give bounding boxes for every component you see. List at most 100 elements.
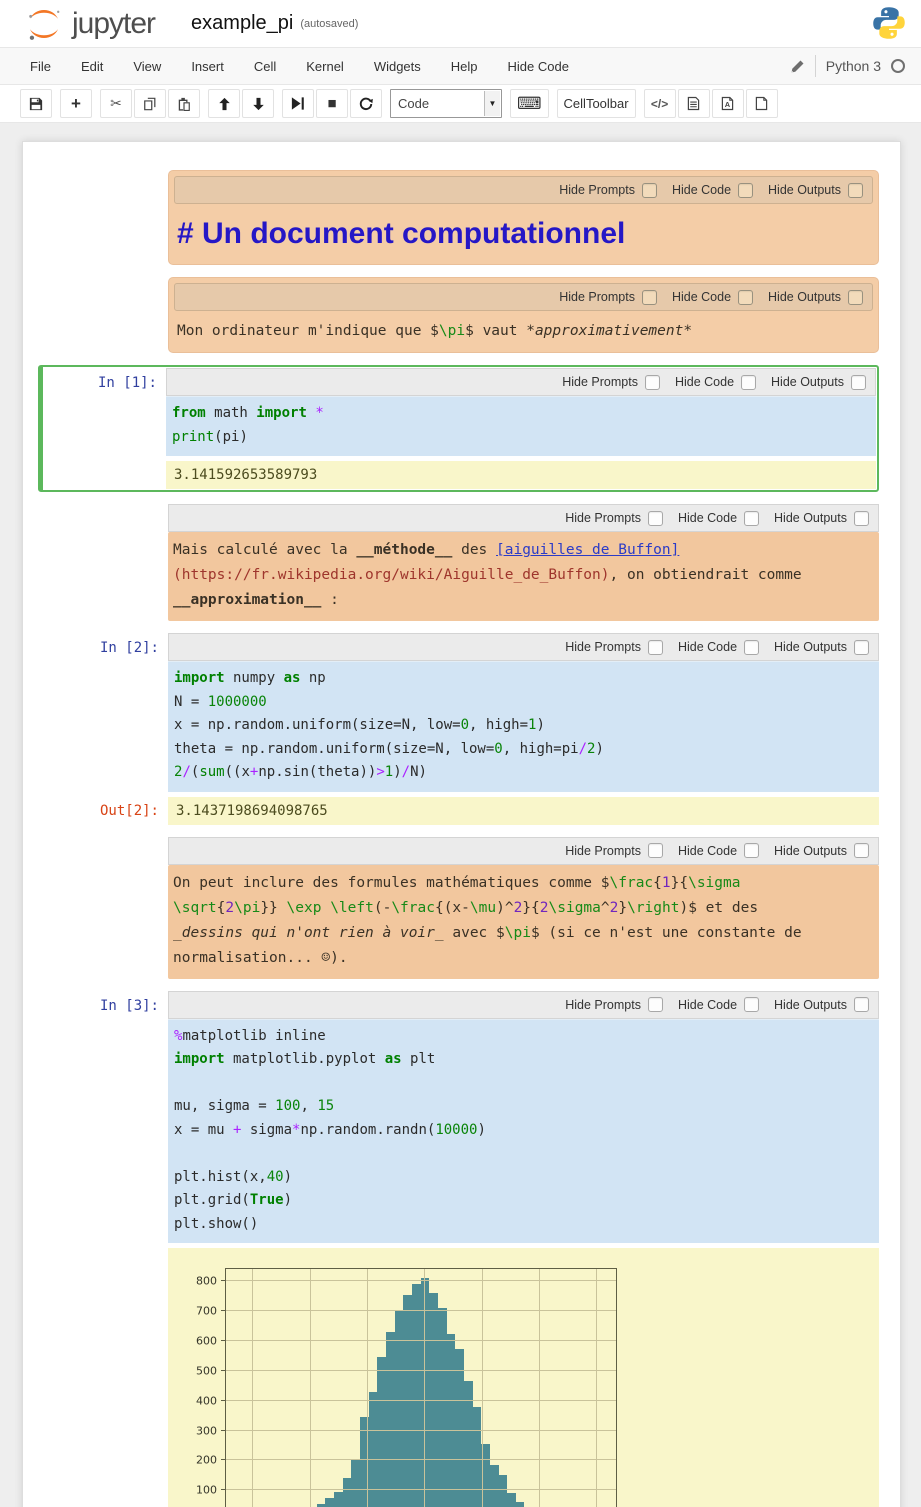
menu-cell[interactable]: Cell <box>254 59 276 74</box>
menu-help[interactable]: Help <box>451 59 478 74</box>
markdown-source[interactable]: Mais calculé avec la __méthode__ des [ai… <box>168 532 879 621</box>
hide-toggle-label: Hide Code <box>678 640 737 654</box>
cell-type-select[interactable]: Code ▼ <box>390 89 502 118</box>
menu-insert[interactable]: Insert <box>191 59 224 74</box>
hide-outputs-checkbox[interactable] <box>854 511 869 526</box>
menu-widgets[interactable]: Widgets <box>374 59 421 74</box>
run-cell-button[interactable] <box>282 89 314 118</box>
hide-toggle-label: Hide Prompts <box>565 640 641 654</box>
code-cell[interactable]: In [3]:Hide PromptsHide CodeHide Outputs… <box>45 991 879 1507</box>
markdown-line: Mon ordinateur m'indique que $\pi$ vaut … <box>177 319 868 344</box>
move-cell-up-button[interactable] <box>208 89 240 118</box>
cell-type-value: Code <box>398 96 429 111</box>
code-token: plt <box>402 1051 436 1067</box>
menu-file[interactable]: File <box>30 59 51 74</box>
restart-icon <box>359 97 373 111</box>
code-token: N) <box>410 764 427 780</box>
edit-mode-pencil-icon <box>790 59 805 74</box>
cell-toolbar: Hide PromptsHide CodeHide Outputs <box>166 368 876 396</box>
code-token: math <box>206 405 257 421</box>
markdown-source[interactable]: On peut inclure des formules mathématiqu… <box>168 865 879 979</box>
code-token: \pi <box>505 925 531 941</box>
code-token: import <box>174 670 225 686</box>
markdown-cell[interactable]: Hide PromptsHide CodeHide OutputsOn peut… <box>45 837 879 979</box>
code-cell[interactable]: In [1]:Hide PromptsHide CodeHide Outputs… <box>38 365 879 492</box>
menu-hide-code[interactable]: Hide Code <box>508 59 569 74</box>
hide-prompts-checkbox[interactable] <box>648 997 663 1012</box>
command-palette-button[interactable]: ⌨ <box>510 89 549 118</box>
code-token: plt.show() <box>174 1216 258 1232</box>
hide-outputs-checkbox[interactable] <box>854 997 869 1012</box>
code-token: (pi) <box>214 429 248 445</box>
hide-outputs-checkbox[interactable] <box>848 183 863 198</box>
code-editor[interactable]: %matplotlib inlineimport matplotlib.pypl… <box>168 1019 879 1244</box>
hide-code-checkbox[interactable] <box>744 511 759 526</box>
cell-main: Hide PromptsHide CodeHide OutputsMais ca… <box>168 504 879 621</box>
blank-document-button[interactable] <box>746 89 778 118</box>
code-line: plt.hist(x,40) <box>174 1166 871 1190</box>
hide-code-checkbox[interactable] <box>744 997 759 1012</box>
move-cell-down-button[interactable] <box>242 89 274 118</box>
markdown-cell[interactable]: Hide PromptsHide CodeHide OutputsMais ca… <box>45 504 879 621</box>
toggle-code-button[interactable]: </> <box>644 89 676 118</box>
hide-code-checkbox[interactable] <box>741 375 756 390</box>
cell-toolbar: Hide PromptsHide CodeHide Outputs <box>174 176 873 204</box>
keyboard-icon: ⌨ <box>517 94 542 114</box>
markdown-source[interactable]: # Un document computationnel <box>174 204 873 262</box>
paste-cell-button[interactable] <box>168 89 200 118</box>
code-token: np.sin(theta)) <box>258 764 376 780</box>
hide-outputs-checkbox[interactable] <box>854 843 869 858</box>
save-button[interactable] <box>20 89 52 118</box>
hide-code-checkbox[interactable] <box>744 843 759 858</box>
copy-cell-button[interactable] <box>134 89 166 118</box>
y-tick-label: 200 <box>196 1454 217 1467</box>
hide-toggle-label: Hide Code <box>675 375 734 389</box>
markdown-cell[interactable]: Hide PromptsHide CodeHide Outputs Mon ord… <box>45 277 879 353</box>
hide-code-checkbox[interactable] <box>744 640 759 655</box>
export-pdf-button[interactable]: A <box>712 89 744 118</box>
autosave-status: (autosaved) <box>300 18 358 30</box>
menu-edit[interactable]: Edit <box>81 59 103 74</box>
code-line: x = mu + sigma*np.random.randn(10000) <box>174 1119 871 1143</box>
markdown-source[interactable]: Mon ordinateur m'indique que $\pi$ vaut … <box>174 311 873 350</box>
code-token: ^ <box>601 900 610 916</box>
cut-cell-button[interactable]: ✂ <box>100 89 132 118</box>
prompt-column <box>45 170 168 265</box>
interrupt-kernel-button[interactable]: ■ <box>316 89 348 118</box>
code-token: N = <box>174 694 208 710</box>
hide-code-checkbox[interactable] <box>738 183 753 198</box>
hide-outputs-checkbox[interactable] <box>851 375 866 390</box>
hide-outputs-checkbox[interactable] <box>848 290 863 305</box>
insert-cell-button[interactable]: + <box>60 89 92 118</box>
code-editor[interactable]: import numpy as npN = 1000000x = np.rand… <box>168 661 879 792</box>
export-html-button[interactable] <box>678 89 710 118</box>
prompt-column: In [2]: <box>45 633 168 825</box>
input-prompt: In [1]: <box>43 375 166 391</box>
hide-outputs-checkbox[interactable] <box>854 640 869 655</box>
menu-view[interactable]: View <box>133 59 161 74</box>
menu-kernel[interactable]: Kernel <box>306 59 344 74</box>
hide-prompts-checkbox[interactable] <box>648 843 663 858</box>
markdown-cell[interactable]: Hide PromptsHide CodeHide Outputs# Un do… <box>45 170 879 265</box>
notebook-title[interactable]: example_pi <box>191 12 293 35</box>
restart-kernel-button[interactable] <box>350 89 382 118</box>
hide-prompts-checkbox[interactable] <box>642 183 657 198</box>
markdown-cell-wrapper: Hide PromptsHide CodeHide Outputs# Un do… <box>168 170 879 265</box>
hide-prompts-checkbox[interactable] <box>648 640 663 655</box>
hide-prompts-checkbox[interactable] <box>648 511 663 526</box>
code-cell[interactable]: In [2]:Hide PromptsHide CodeHide Outputs… <box>45 633 879 825</box>
celltoolbar-button[interactable]: CellToolbar <box>557 89 636 118</box>
hide-toggle-label: Hide Code <box>672 183 731 197</box>
code-token <box>321 900 330 916</box>
hide-prompts-checkbox[interactable] <box>645 375 660 390</box>
select-arrow-icon: ▼ <box>484 91 500 116</box>
prompt-column <box>45 837 168 979</box>
jupyter-logo-icon[interactable] <box>22 6 66 42</box>
code-token: import <box>174 1051 225 1067</box>
hide-code-checkbox[interactable] <box>738 290 753 305</box>
code-token: 0 <box>461 717 469 733</box>
code-editor[interactable]: from math import *print(pi) <box>166 396 876 456</box>
hide-prompts-checkbox[interactable] <box>642 290 657 305</box>
output-area: 3.1437198694098765 <box>168 797 879 825</box>
cell-toolbar: Hide PromptsHide CodeHide Outputs <box>174 283 873 311</box>
